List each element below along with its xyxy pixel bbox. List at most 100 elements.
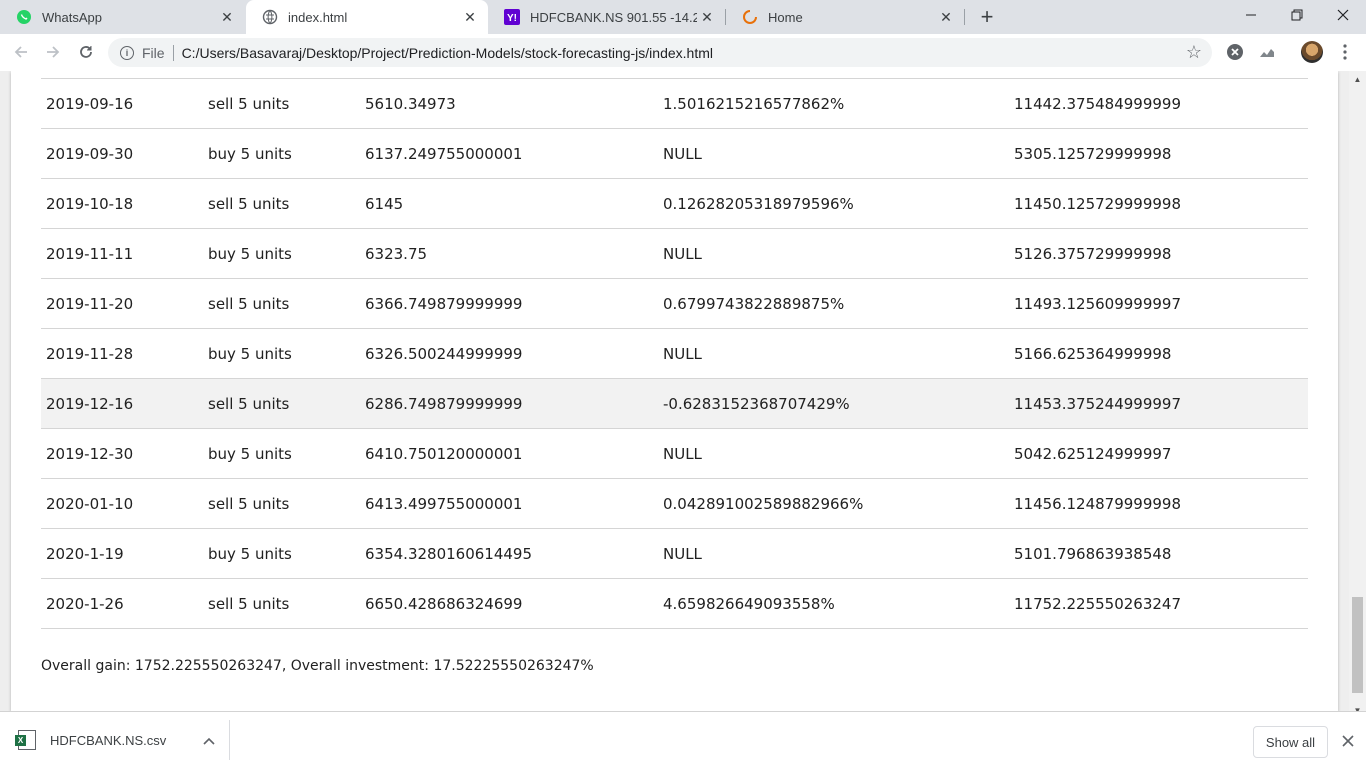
loading-icon [742,9,758,25]
close-icon[interactable] [1339,732,1357,750]
cell-balance: 5042.625124999997 [1014,444,1172,463]
cell-action: buy 5 units [208,244,292,263]
download-item[interactable]: X HDFCBANK.NS.csv [10,720,230,760]
cell-balance: 11493.125609999997 [1014,294,1182,313]
globe-icon [262,9,278,25]
cell-change: 0.12628205318979596% [663,194,854,213]
cell-action: sell 5 units [208,394,290,413]
window-close-button[interactable] [1320,0,1366,30]
table-row: 2020-01-10 sell 5 units 6413.499755000001 0… [41,479,1308,529]
table-row: 2019-09-16 sell 5 units 5610.34973 1.501621… [41,78,1308,129]
cell-price: 6286.749879999999 [365,394,523,413]
chevron-up-icon[interactable] [199,733,219,748]
table-row: 2019-11-20 sell 5 units 6366.749879999999 0… [41,279,1308,329]
cell-action: sell 5 units [208,594,290,613]
menu-icon[interactable] [1335,42,1355,62]
vertical-scrollbar[interactable]: ▲ ▼ [1349,71,1366,719]
cell-balance: 11456.124879999998 [1014,494,1182,513]
url-text[interactable]: C:/Users/Basavaraj/Desktop/Project/Predi… [182,45,1186,61]
address-bar[interactable]: i File C:/Users/Basavaraj/Desktop/Projec… [108,38,1212,67]
scroll-thumb[interactable] [1352,597,1363,693]
cell-price: 6323.75 [365,244,428,263]
cell-action: buy 5 units [208,444,292,463]
table-row: 2019-11-28 buy 5 units 6326.500244999999 NU… [41,329,1308,379]
cell-action: sell 5 units [208,494,290,513]
tab-home[interactable]: Home ✕ [726,0,964,34]
reload-button[interactable] [73,39,99,65]
tab-index-html[interactable]: index.html ✕ [246,0,488,34]
cell-action: buy 5 units [208,144,292,163]
minimize-button[interactable] [1228,0,1274,30]
cell-change: NULL [663,344,702,363]
cell-date: 2019-11-11 [46,244,134,263]
tab-title: WhatsApp [42,9,102,25]
tab-separator [964,9,965,25]
extension-chart-icon[interactable] [1257,42,1277,62]
trades-table-body: 2019-09-16 sell 5 units 5610.34973 1.501621… [41,78,1308,629]
trades-table: 2019-09-16 sell 5 units 5610.34973 1.501621… [41,78,1308,629]
cell-change: 1.5016215216577862% [663,94,845,113]
cell-balance: 5305.125729999998 [1014,144,1172,163]
cell-date: 2020-01-10 [46,494,134,513]
table-row: 2019-09-30 buy 5 units 6137.249755000001 NU… [41,129,1308,179]
cell-price: 5610.34973 [365,94,456,113]
cell-price: 6366.749879999999 [365,294,523,313]
results-card: 2019-09-16 sell 5 units 5610.34973 1.501621… [11,71,1338,711]
close-icon[interactable]: ✕ [697,7,717,27]
cell-date: 2019-09-30 [46,144,134,163]
table-row: 2019-12-30 buy 5 units 6410.750120000001 NU… [41,429,1308,479]
cell-balance: 5126.375729999998 [1014,244,1172,263]
restore-button[interactable] [1274,0,1320,30]
browser-toolbar: i File C:/Users/Basavaraj/Desktop/Projec… [0,34,1366,71]
tab-hdfcbank[interactable]: Y! HDFCBANK.NS 901.55 -14.25 -1.5 ✕ [488,0,725,34]
cell-action: sell 5 units [208,194,290,213]
cell-date: 2019-10-18 [46,194,134,213]
forward-button[interactable] [40,39,66,65]
cell-date: 2019-11-28 [46,344,134,363]
table-row: 2020-1-26 sell 5 units 6650.428686324699 4.… [41,579,1308,629]
close-icon[interactable]: ✕ [936,7,956,27]
profile-avatar[interactable] [1301,41,1323,63]
tab-title: HDFCBANK.NS 901.55 -14.25 -1.5 [530,9,697,25]
close-icon[interactable]: ✕ [217,7,237,27]
cell-price: 6326.500244999999 [365,344,523,363]
download-bar: X HDFCBANK.NS.csv Show all [0,711,1366,768]
cell-change: NULL [663,444,702,463]
cell-date: 2019-12-16 [46,394,134,413]
tab-whatsapp[interactable]: WhatsApp ✕ [0,0,245,34]
yahoo-icon: Y! [504,9,520,25]
cell-action: sell 5 units [208,94,290,113]
url-scheme: File [142,44,165,61]
show-all-button[interactable]: Show all [1253,726,1328,758]
excel-file-icon: X [15,730,36,750]
cell-date: 2019-12-30 [46,444,134,463]
overall-summary: Overall gain: 1752.225550263247, Overall… [41,658,594,674]
cell-date: 2019-09-16 [46,94,134,113]
cell-price: 6354.3280160614495 [365,544,533,563]
info-icon[interactable]: i [120,45,134,60]
cell-change: 0.6799743822889875% [663,294,845,313]
star-icon[interactable]: ☆ [1186,42,1202,63]
table-row: 2020-1-19 buy 5 units 6354.3280160614495 NU… [41,529,1308,579]
extension-block-icon[interactable] [1225,42,1245,62]
back-button[interactable] [8,39,34,65]
cell-date: 2020-1-19 [46,544,124,563]
table-row: 2019-12-16 sell 5 units 6286.749879999999 -… [41,378,1308,429]
cell-action: buy 5 units [208,544,292,563]
cell-price: 6650.428686324699 [365,594,523,613]
cell-balance: 11752.225550263247 [1014,594,1182,613]
scroll-up-arrow[interactable]: ▲ [1349,71,1366,88]
table-row: 2019-10-18 sell 5 units 6145 0.126282053189… [41,179,1308,229]
whatsapp-icon [16,9,32,25]
cell-balance: 11453.375244999997 [1014,394,1182,413]
page-viewport: 2019-09-16 sell 5 units 5610.34973 1.501621… [0,71,1366,719]
cell-balance: 11450.125729999998 [1014,194,1182,213]
cell-price: 6410.750120000001 [365,444,523,463]
close-icon[interactable]: ✕ [460,7,480,27]
divider [172,44,174,61]
cell-balance: 5166.625364999998 [1014,344,1172,363]
cell-change: -0.6283152368707429% [663,394,850,413]
cell-change: 0.042891002589882966% [663,494,864,513]
cell-change: NULL [663,244,702,263]
new-tab-button[interactable]: + [975,4,999,29]
